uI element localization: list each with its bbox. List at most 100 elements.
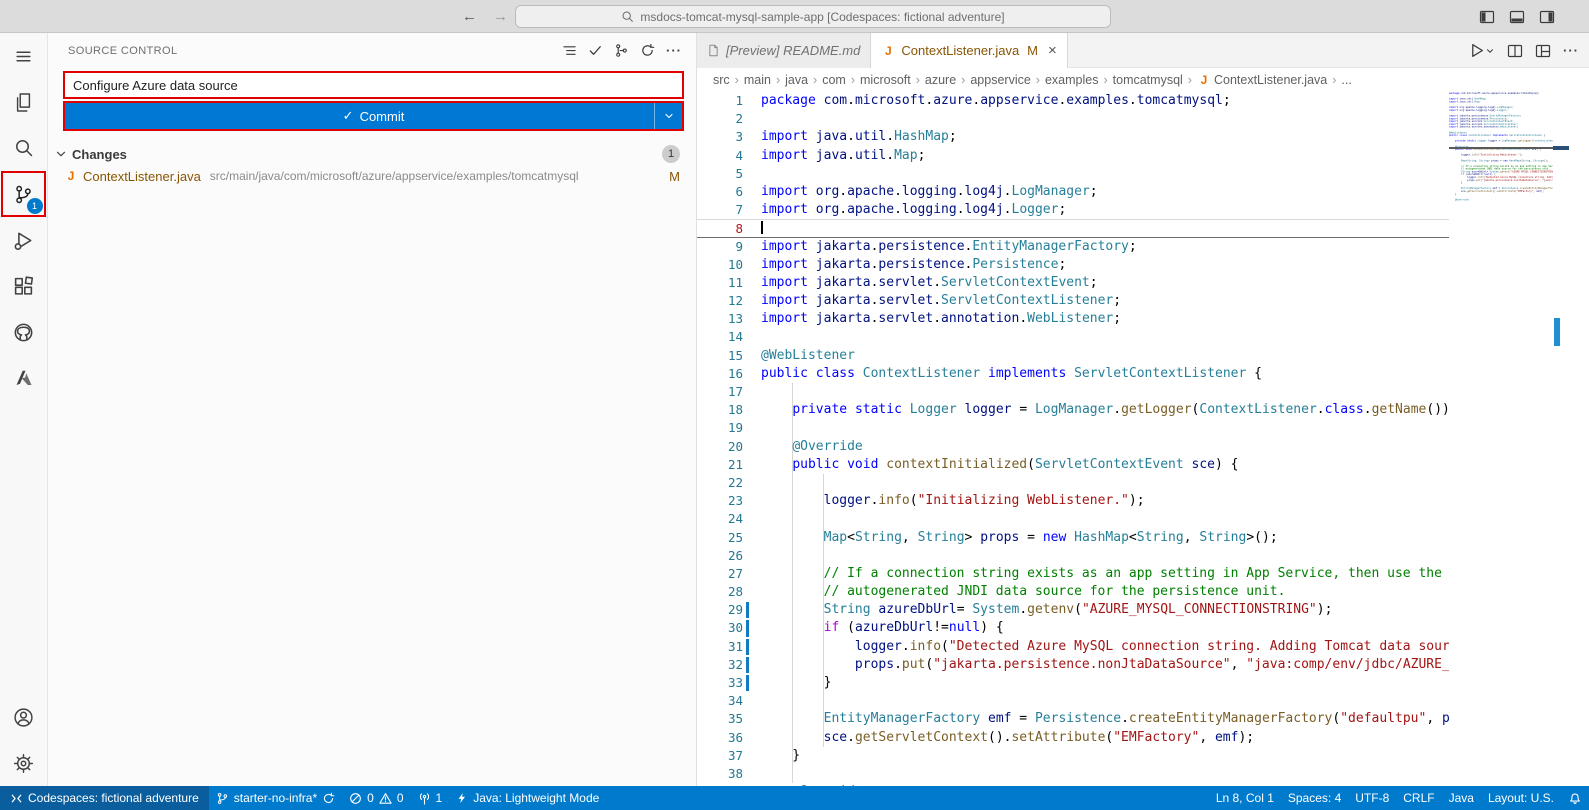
code-line[interactable]: 31 logger.info("Detected Azure MySQL con… xyxy=(697,638,1449,656)
code-line[interactable]: 33 } xyxy=(697,674,1449,692)
problems-indicator[interactable]: 0 0 xyxy=(342,786,410,810)
code-line[interactable]: 22 xyxy=(697,474,1449,492)
sidebar-item-explorer[interactable] xyxy=(0,79,48,125)
encoding-indicator[interactable]: UTF-8 xyxy=(1348,786,1396,810)
command-center-search[interactable]: msdocs-tomcat-mysql-sample-app [Codespac… xyxy=(515,5,1111,28)
tab-readme-preview[interactable]: [Preview] README.md xyxy=(697,33,871,68)
toggle-secondary-sidebar-icon[interactable] xyxy=(1539,9,1555,25)
sidebar-item-run-debug[interactable] xyxy=(0,217,48,263)
code-line[interactable]: 26 xyxy=(697,547,1449,565)
forward-arrow-button[interactable]: → xyxy=(493,8,508,25)
code-line[interactable]: 13import jakarta.servlet.annotation.WebL… xyxy=(697,310,1449,328)
menu-button[interactable] xyxy=(0,33,48,79)
eol-indicator[interactable]: CRLF xyxy=(1396,786,1441,810)
code-line[interactable]: 4import java.util.Map; xyxy=(697,147,1449,165)
code-line[interactable]: 17 xyxy=(697,383,1449,401)
commit-button[interactable]: ✓ Commit xyxy=(65,103,682,129)
code-line[interactable]: 23 logger.info("Initializing WebListener… xyxy=(697,492,1449,510)
settings-button[interactable] xyxy=(0,740,48,786)
code-line[interactable]: 37 } xyxy=(697,747,1449,765)
graph-icon[interactable] xyxy=(614,43,629,58)
cursor-position[interactable]: Ln 8, Col 1 xyxy=(1209,786,1281,810)
code-line[interactable]: 38 xyxy=(697,765,1449,783)
breadcrumb-item[interactable]: tomcatmysql xyxy=(1113,73,1183,87)
code-line[interactable]: 11import jakarta.servlet.ServletContextE… xyxy=(697,274,1449,292)
code-line[interactable]: 14 xyxy=(697,328,1449,346)
code-line[interactable]: 19 xyxy=(697,419,1449,437)
code-line[interactable]: 12import jakarta.servlet.ServletContextL… xyxy=(697,292,1449,310)
breadcrumb-item[interactable]: java xyxy=(785,73,808,87)
changes-section-header[interactable]: Changes 1 xyxy=(48,143,696,165)
code-line[interactable]: 16public class ContextListener implement… xyxy=(697,365,1449,383)
language-indicator[interactable]: Java xyxy=(1442,786,1481,810)
code-line[interactable]: 28 // autogenerated JNDI data source for… xyxy=(697,583,1449,601)
code-line[interactable]: 25 Map<String, String> props = new HashM… xyxy=(697,529,1449,547)
run-dropdown-chevron[interactable] xyxy=(1485,46,1495,56)
code-line[interactable]: 34 xyxy=(697,692,1449,710)
code-line[interactable]: 8 xyxy=(697,219,1449,237)
sidebar-item-extensions[interactable] xyxy=(0,263,48,309)
toggle-panel-icon[interactable] xyxy=(1509,9,1525,25)
tab-contextlistener[interactable]: J ContextListener.java M × xyxy=(871,33,1067,68)
code-line[interactable]: 32 props.put("jakarta.persistence.nonJta… xyxy=(697,656,1449,674)
breadcrumb-item[interactable]: examples xyxy=(1045,73,1099,87)
split-editor-button[interactable] xyxy=(1507,43,1523,59)
code-line[interactable]: 29 String azureDbUrl= System.getenv("AZU… xyxy=(697,601,1449,619)
back-arrow-button[interactable]: ← xyxy=(462,8,477,25)
indentation-indicator[interactable]: Spaces: 4 xyxy=(1281,786,1348,810)
breadcrumb-item[interactable]: com xyxy=(822,73,846,87)
breadcrumb-item[interactable]: azure xyxy=(925,73,956,87)
breadcrumb-item[interactable]: ... xyxy=(1341,73,1351,87)
code-line[interactable]: 9import jakarta.persistence.EntityManage… xyxy=(697,238,1449,256)
bell-icon xyxy=(1568,791,1582,805)
code-editor[interactable]: 1package com.microsoft.azure.appservice.… xyxy=(697,92,1449,786)
code-line[interactable]: 18 private static Logger logger = LogMan… xyxy=(697,401,1449,419)
breadcrumb-separator: › xyxy=(735,73,739,87)
notifications-bell[interactable] xyxy=(1561,786,1589,810)
close-icon[interactable]: × xyxy=(1048,42,1057,59)
breadcrumb-item[interactable]: appservice xyxy=(970,73,1030,87)
commit-check-icon[interactable] xyxy=(588,43,603,58)
remote-indicator[interactable]: Codespaces: fictional adventure xyxy=(0,786,209,810)
code-line[interactable]: 10import jakarta.persistence.Persistence… xyxy=(697,256,1449,274)
code-line[interactable]: 5 xyxy=(697,165,1449,183)
changed-file-row[interactable]: JContextListener.javasrc/main/java/com/m… xyxy=(48,165,696,187)
refresh-icon[interactable] xyxy=(640,43,655,58)
code-line[interactable]: 36 sce.getServletContext().setAttribute(… xyxy=(697,729,1449,747)
list-view-icon[interactable] xyxy=(562,43,577,58)
code-line[interactable]: 2 xyxy=(697,110,1449,128)
code-line[interactable]: 24 xyxy=(697,510,1449,528)
code-line[interactable]: 35 EntityManagerFactory emf = Persistenc… xyxy=(697,710,1449,728)
sidebar-item-github[interactable] xyxy=(0,309,48,355)
code-line[interactable]: 27 // If a connection string exists as a… xyxy=(697,565,1449,583)
commit-dropdown-chevron[interactable] xyxy=(654,103,682,129)
more-actions-icon[interactable]: ··· xyxy=(666,43,682,58)
ports-indicator[interactable]: 1 xyxy=(411,786,450,810)
commit-message-input[interactable] xyxy=(65,73,682,97)
branch-indicator[interactable]: starter-no-infra* xyxy=(209,786,342,810)
sync-icon[interactable] xyxy=(322,792,335,805)
more-actions-button[interactable]: ··· xyxy=(1563,43,1579,58)
code-line[interactable]: 3import java.util.HashMap; xyxy=(697,128,1449,146)
customize-layout-button[interactable] xyxy=(1535,43,1551,59)
code-line[interactable]: 15@WebListener xyxy=(697,347,1449,365)
breadcrumb-item[interactable]: microsoft xyxy=(860,73,911,87)
breadcrumb-item[interactable]: src xyxy=(713,73,730,87)
toggle-primary-sidebar-icon[interactable] xyxy=(1479,9,1495,25)
code-line[interactable]: 7import org.apache.logging.log4j.Logger; xyxy=(697,201,1449,219)
run-button[interactable] xyxy=(1468,42,1495,59)
sidebar-item-search[interactable] xyxy=(0,125,48,171)
account-button[interactable] xyxy=(0,694,48,740)
minimap[interactable]: package com.microsoft.azure.appservice.e… xyxy=(1449,92,1553,786)
sidebar-item-source-control[interactable]: 1 xyxy=(0,171,48,217)
code-line[interactable]: 20 @Override xyxy=(697,438,1449,456)
code-line[interactable]: 30 if (azureDbUrl!=null) { xyxy=(697,619,1449,637)
code-line[interactable]: 21 public void contextInitialized(Servle… xyxy=(697,456,1449,474)
breadcrumb-item[interactable]: JContextListener.java xyxy=(1197,73,1327,87)
keyboard-layout-indicator[interactable]: Layout: U.S. xyxy=(1481,786,1561,810)
breadcrumb-item[interactable]: main xyxy=(744,73,771,87)
code-line[interactable]: 6import org.apache.logging.log4j.LogMana… xyxy=(697,183,1449,201)
sidebar-item-azure[interactable] xyxy=(0,355,48,401)
code-line[interactable]: 1package com.microsoft.azure.appservice.… xyxy=(697,92,1449,110)
java-status[interactable]: Java: Lightweight Mode xyxy=(449,786,606,810)
